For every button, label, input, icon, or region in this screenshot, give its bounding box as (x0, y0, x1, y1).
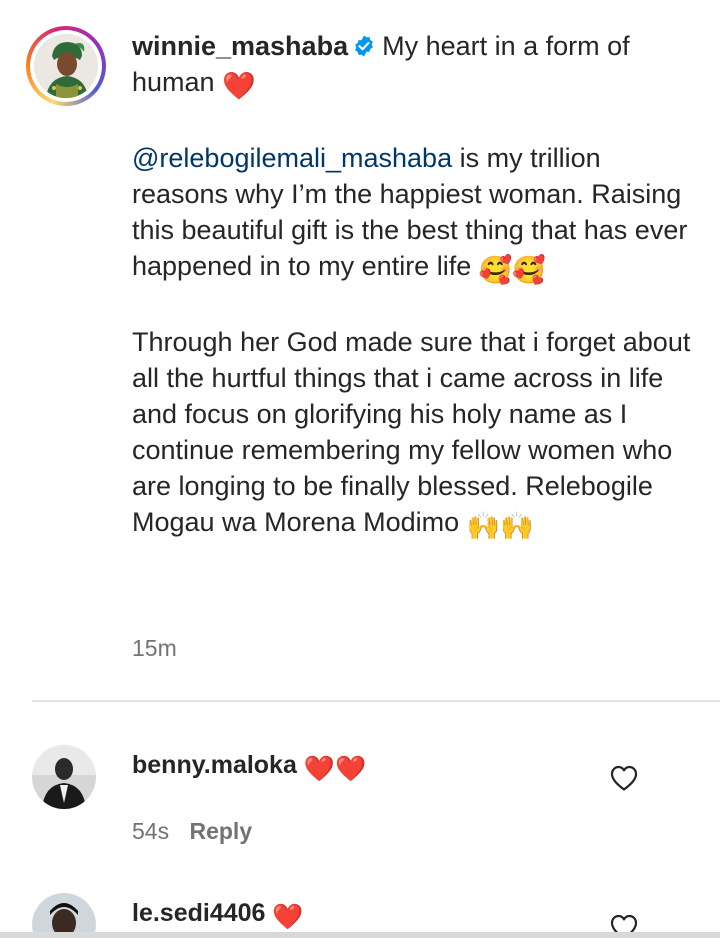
caption-paragraph-2: Through her God made sure that i forget … (132, 324, 692, 544)
comment-username[interactable]: benny.maloka (132, 751, 297, 779)
comment-username[interactable]: le.sedi4406 (132, 899, 265, 927)
caption-text: winnie_mashaba My heart in a form of hum… (132, 28, 692, 544)
verified-badge-icon (355, 35, 373, 57)
comment-avatar[interactable] (32, 745, 96, 809)
comment-text: le.sedi4406 ❤️ (132, 896, 304, 934)
comment-emoji: ❤️ (272, 903, 304, 931)
reply-button[interactable]: Reply (189, 818, 252, 844)
caption-paragraph-1: @relebogilemali_mashaba is my trillion r… (132, 140, 692, 288)
raised-hands-emoji: 🙌🙌 (466, 511, 534, 541)
caption-first-line: winnie_mashaba My heart in a form of hum… (132, 28, 692, 104)
divider (32, 700, 720, 702)
bottom-edge (0, 932, 720, 938)
comment-time: 54s (132, 818, 170, 844)
comment-emoji: ❤️❤️ (303, 755, 367, 783)
caption-timestamp: 15m (132, 635, 177, 661)
heart-outline-icon[interactable] (609, 764, 639, 792)
mention-link[interactable]: @relebogilemali_mashaba (132, 143, 452, 173)
caption-username[interactable]: winnie_mashaba (132, 31, 348, 61)
avatar-portrait (32, 745, 96, 809)
avatar-portrait (34, 34, 98, 98)
caption-paragraph-2-text: Through her God made sure that i forget … (132, 327, 691, 537)
story-ring[interactable] (26, 26, 106, 106)
comment-text: benny.maloka ❤️❤️ (132, 748, 366, 786)
comment-meta: 54s Reply (132, 818, 252, 845)
smiling-hearts-emoji: 🥰🥰 (478, 255, 546, 285)
heart-emoji: ❤️ (222, 71, 256, 101)
avatar[interactable] (34, 34, 98, 98)
